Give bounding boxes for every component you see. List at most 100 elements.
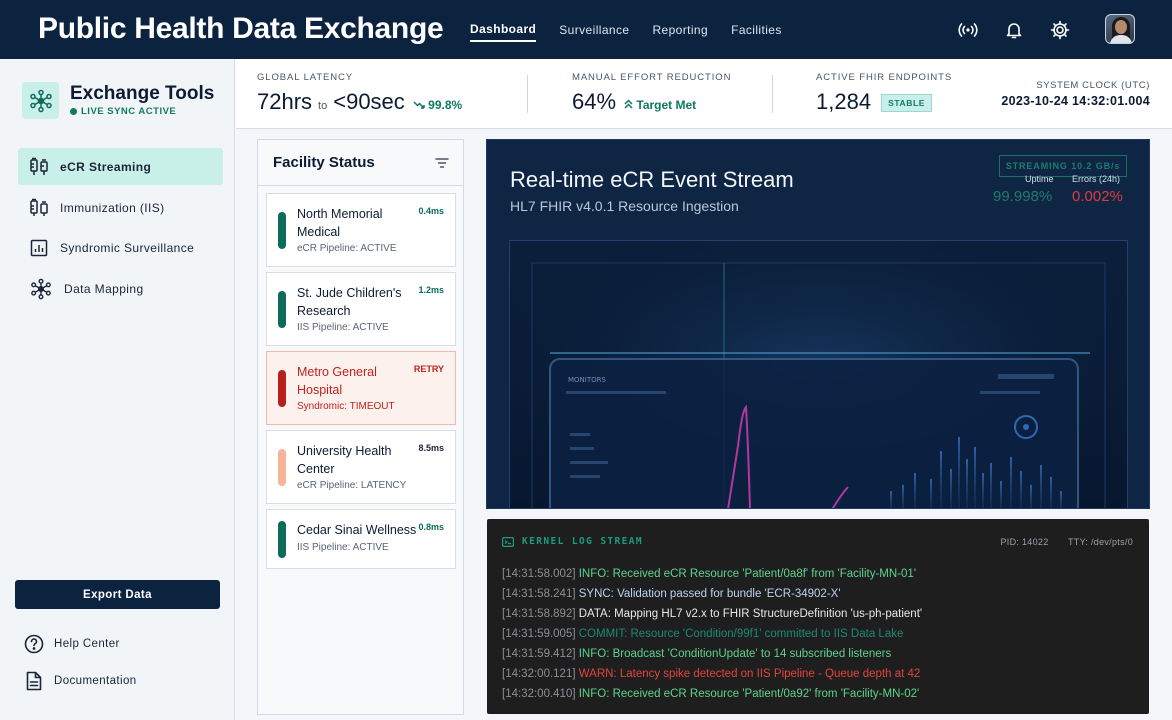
status-indicator (278, 521, 286, 558)
status-badge: STABLE (881, 94, 933, 112)
network-logo-icon (22, 82, 59, 119)
log-message: INFO: Received eCR Resource 'Patient/0a9… (578, 688, 920, 700)
help-center-link[interactable]: Help Center (24, 634, 120, 654)
stream-visualization-graphic: MONITORS (510, 241, 1129, 508)
errors-label: Errors (24h) (1072, 174, 1121, 184)
nav-facilities[interactable]: Facilities (731, 19, 782, 41)
uptime-value: 99.998% (993, 188, 1053, 205)
status-indicator (278, 291, 286, 328)
clock-label: SYSTEM CLOCK (UTC) (1036, 80, 1150, 91)
live-sync-label: LIVE SYNC ACTIVE (81, 106, 177, 117)
effort-value: 64% Target Met (572, 89, 696, 115)
endpoints-label: ACTIVE FHIR ENDPOINTS (816, 72, 953, 83)
facility-pipeline-status: Syndromic: TIMEOUT (297, 401, 395, 412)
log-timestamp: [14:31:58.002] (502, 568, 579, 580)
broadcast-icon[interactable] (957, 19, 979, 41)
live-sync-status: LIVE SYNC ACTIVE (70, 106, 176, 117)
facility-card-north-memorial[interactable]: North Memorial Medical eCR Pipeline: ACT… (266, 193, 456, 267)
kernel-log-panel: KERNEL LOG STREAM PID: 14022 TTY: /dev/p… (487, 519, 1149, 714)
clock-value: 2023-10-24 14:32:01.004 (1001, 94, 1150, 108)
log-header: KERNEL LOG STREAM (502, 536, 643, 547)
facility-card-metro-general[interactable]: Metro General Hospital Syndromic: TIMEOU… (266, 351, 456, 425)
metric-divider (772, 75, 773, 113)
network-icon (30, 278, 52, 300)
facility-latency: 0.8ms (418, 522, 444, 532)
retry-label[interactable]: RETRY (414, 364, 444, 374)
status-indicator (278, 449, 286, 486)
facility-name: Metro General Hospital (297, 365, 377, 397)
main-nav: Dashboard Surveillance Reporting Facilit… (470, 0, 805, 59)
document-icon (24, 671, 44, 691)
help-center-label: Help Center (54, 638, 120, 650)
stream-visualization: MONITORS (509, 240, 1129, 508)
latency-label: GLOBAL LATENCY (257, 72, 354, 83)
facility-status-header: Facility Status (258, 140, 463, 186)
status-indicator (278, 212, 286, 249)
facility-name: North Memorial Medical (297, 207, 383, 239)
log-line: [14:31:58.892] DATA: Mapping HL7 v2.x to… (502, 608, 922, 620)
svg-text:MONITORS: MONITORS (568, 376, 606, 384)
log-pid: PID: 14022 (1000, 537, 1049, 547)
terminal-icon (502, 536, 514, 547)
effort-number: 64% (572, 89, 617, 114)
nav-dashboard[interactable]: Dashboard (470, 18, 537, 42)
facility-latency: 0.4ms (418, 206, 444, 216)
bell-icon[interactable] (1003, 19, 1025, 41)
log-message: SYNC: Validation passed for bundle 'ECR-… (578, 588, 841, 600)
log-message: INFO: Received eCR Resource 'Patient/0a8… (578, 568, 917, 580)
log-timestamp: [14:32:00.410] (502, 688, 579, 700)
facility-status-title: Facility Status (273, 154, 375, 171)
status-dot-icon (70, 108, 77, 115)
log-line: [14:31:59.412] INFO: Broadcast 'Conditio… (502, 648, 891, 660)
errors-value: 0.002% (1072, 188, 1123, 205)
documentation-link[interactable]: Documentation (24, 671, 137, 691)
nav-reporting[interactable]: Reporting (652, 19, 708, 41)
sidebar-item-immunization[interactable]: Immunization (IIS) (18, 189, 223, 226)
vial-icon (28, 197, 50, 219)
facility-card-st-jude[interactable]: St. Jude Children's Research IIS Pipelin… (266, 272, 456, 346)
log-timestamp: [14:31:59.005] (502, 628, 579, 640)
log-tty: TTY: /dev/pts/0 (1067, 537, 1133, 547)
sidebar-item-label: Immunization (IIS) (60, 200, 165, 215)
sidebar-item-ecr-streaming[interactable]: eCR Streaming (18, 148, 223, 185)
stream-title: Real-time eCR Event Stream (510, 167, 794, 192)
filter-icon[interactable] (435, 157, 449, 168)
sidebar-item-label: Data Mapping (64, 281, 144, 296)
facility-name: St. Jude Children's Research (297, 286, 402, 318)
latency-delta: 99.8% (413, 98, 462, 112)
sidebar-item-label: Syndromic Surveillance (60, 240, 195, 255)
log-line: [14:31:58.241] SYNC: Validation passed f… (502, 588, 841, 600)
avatar[interactable] (1105, 14, 1135, 44)
gear-icon[interactable] (1049, 19, 1071, 41)
sidebar-item-label: eCR Streaming (60, 159, 152, 174)
log-timestamp: [14:31:59.412] (502, 648, 579, 660)
sidebar-title: Exchange Tools (70, 83, 215, 104)
latency-to: <90sec (333, 89, 405, 114)
facility-pipeline-status: IIS Pipeline: ACTIVE (297, 542, 389, 553)
facility-status-panel: Facility Status North Memorial Medical e… (257, 139, 464, 715)
facility-pipeline-status: eCR Pipeline: LATENCY (297, 480, 407, 491)
status-indicator (278, 370, 286, 407)
log-message: WARN: Latency spike detected on IIS Pipe… (578, 668, 921, 680)
log-line: [14:32:00.121] WARN: Latency spike detec… (502, 668, 920, 680)
endpoints-number: 1,284 (816, 89, 872, 114)
facility-card-university-health[interactable]: University Health Center eCR Pipeline: L… (266, 430, 456, 504)
log-line: [14:31:59.005] COMMIT: Resource 'Conditi… (502, 628, 903, 640)
log-meta: PID: 14022 TTY: /dev/pts/0 (1000, 537, 1133, 547)
sidebar-item-syndromic[interactable]: Syndromic Surveillance (18, 229, 223, 266)
sidebar: Exchange Tools LIVE SYNC ACTIVE eCR Stre… (0, 59, 235, 720)
endpoints-value: 1,284 STABLE (816, 89, 933, 115)
export-data-button[interactable]: Export Data (15, 580, 220, 609)
log-message: COMMIT: Resource 'Condition/99f1' commit… (578, 628, 904, 640)
log-message: INFO: Broadcast 'ConditionUpdate' to 14 … (578, 648, 892, 660)
event-stream-panel: Real-time eCR Event Stream HL7 FHIR v4.0… (486, 139, 1150, 509)
facility-card-cedar-sinai[interactable]: Cedar Sinai Wellness IIS Pipeline: ACTIV… (266, 509, 456, 569)
log-timestamp: [14:31:58.892] (502, 608, 579, 620)
log-message: DATA: Mapping HL7 v2.x to FHIR Structure… (578, 608, 923, 620)
sidebar-item-data-mapping[interactable]: Data Mapping (18, 270, 223, 307)
nav-surveillance[interactable]: Surveillance (559, 19, 629, 41)
log-title: KERNEL LOG STREAM (522, 536, 644, 547)
effort-label: MANUAL EFFORT REDUCTION (572, 72, 732, 83)
uptime-label: Uptime (1025, 174, 1054, 184)
bar-chart-icon (28, 237, 50, 259)
